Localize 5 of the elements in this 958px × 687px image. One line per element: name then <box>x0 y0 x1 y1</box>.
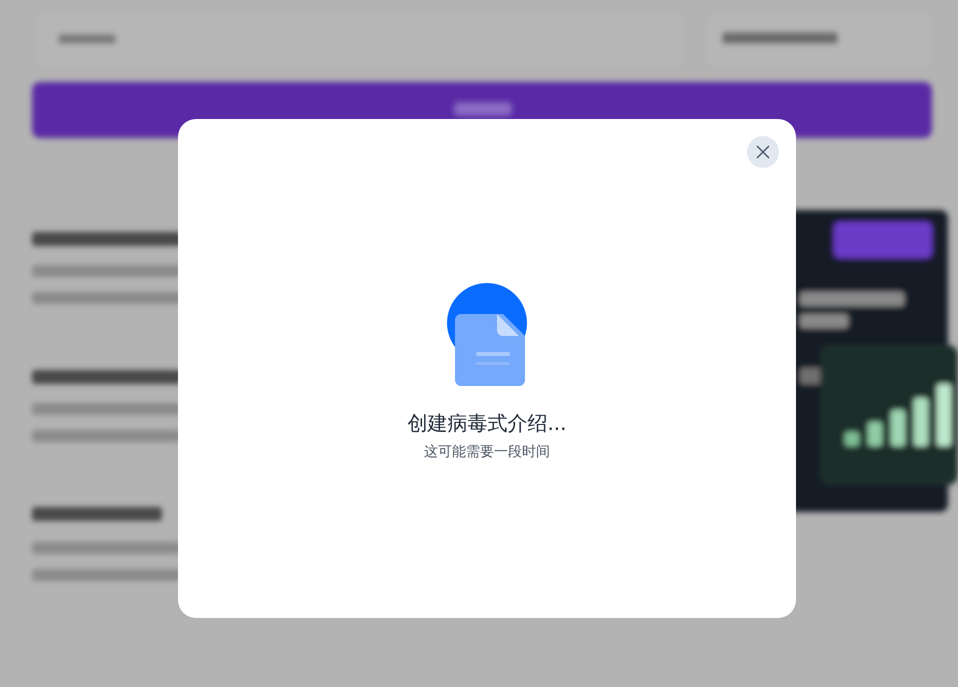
document-icon <box>446 282 528 388</box>
close-icon <box>756 145 770 159</box>
dialog-subtitle: 这可能需要一段时间 <box>424 443 550 461</box>
close-button[interactable] <box>747 136 779 168</box>
dialog-title: 创建病毒式介绍... <box>407 410 567 437</box>
